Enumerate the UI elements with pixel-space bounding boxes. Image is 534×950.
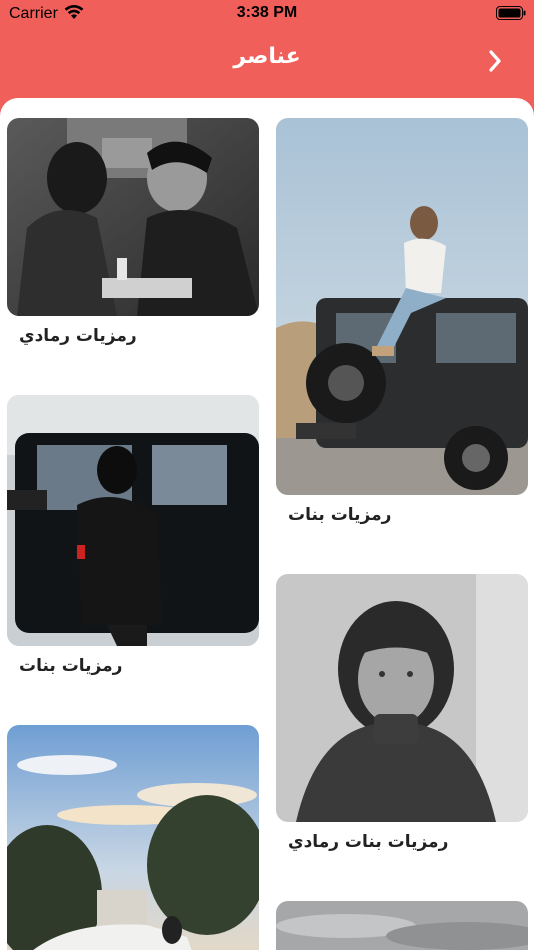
card-label: رمزيات رمادي	[19, 326, 137, 346]
card-girl-car[interactable]: رمزيات بنات	[7, 395, 259, 676]
chevron-right-icon[interactable]	[488, 50, 502, 72]
status-bar: Carrier 3:38 PM	[0, 0, 534, 28]
card-gray-couple[interactable]: رمزيات رمادي	[7, 118, 259, 346]
card-girl-jeep[interactable]: رمزيات بنات	[276, 118, 528, 525]
card-image	[276, 574, 528, 822]
content-area: رمزيات رمادي رمزيات بنات رمزيات بنات رمز…	[0, 98, 534, 950]
card-label: رمزيات بنات رمادي	[288, 832, 449, 852]
card-image	[7, 118, 259, 316]
card-cloudy-sky[interactable]	[276, 901, 528, 950]
card-image	[7, 395, 259, 646]
battery-icon	[496, 6, 526, 20]
card-image	[276, 901, 528, 950]
card-label: رمزيات بنات	[288, 505, 392, 525]
card-girl-portrait[interactable]: رمزيات بنات رمادي	[276, 574, 528, 852]
card-image	[276, 118, 528, 495]
card-image	[7, 725, 259, 950]
clock: 3:38 PM	[236, 4, 298, 21]
page-title: عناصر	[233, 44, 301, 69]
nav-bar: عناصر	[0, 28, 534, 98]
card-label: رمزيات بنات	[19, 656, 123, 676]
card-sky-trees[interactable]	[7, 725, 259, 950]
